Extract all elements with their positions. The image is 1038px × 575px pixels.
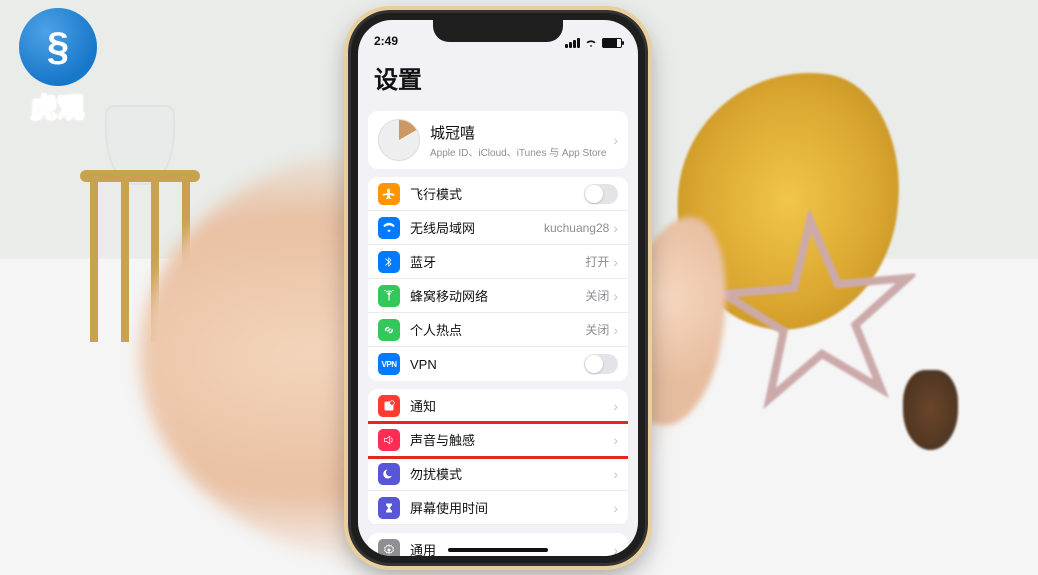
apple-id-name: 城冠嘻	[430, 122, 613, 143]
row-label: 声音与触感	[410, 430, 613, 449]
row-label: 勿扰模式	[410, 464, 613, 483]
row-label: VPN	[410, 357, 584, 372]
row-value: 关闭	[585, 287, 609, 304]
gear-icon	[378, 539, 400, 557]
row-label: 个人热点	[410, 320, 585, 339]
row-label: 蓝牙	[410, 252, 585, 271]
notification-icon	[378, 395, 400, 417]
row-label: 蜂窝移动网络	[410, 286, 585, 305]
speaker-icon	[378, 429, 400, 451]
row-airplane[interactable]: 飞行模式	[368, 177, 628, 211]
battery-icon	[602, 38, 622, 48]
row-label: 无线局域网	[410, 218, 544, 237]
logo-text: 虎观	[14, 88, 102, 125]
row-notifications[interactable]: 通知›	[368, 389, 628, 423]
row-screentime[interactable]: 屏幕使用时间›	[368, 491, 628, 525]
row-general[interactable]: 通用›	[368, 533, 628, 556]
row-cellular[interactable]: 蜂窝移动网络关闭›	[368, 279, 628, 313]
bluetooth-icon	[378, 251, 400, 273]
status-time: 2:49	[374, 34, 398, 48]
chevron-right-icon: ›	[613, 132, 618, 148]
chevron-right-icon: ›	[613, 500, 618, 516]
chevron-right-icon: ›	[613, 220, 618, 236]
vpn-icon: VPN	[378, 353, 400, 375]
row-label: 通知	[410, 396, 613, 415]
row-vpn[interactable]: VPN VPN	[368, 347, 628, 381]
chevron-right-icon: ›	[613, 254, 618, 270]
chevron-right-icon: ›	[613, 542, 618, 557]
chevron-right-icon: ›	[613, 288, 618, 304]
toggle-vpn[interactable]	[584, 354, 618, 374]
chevron-right-icon: ›	[613, 398, 618, 414]
hourglass-icon	[378, 497, 400, 519]
star-prop	[710, 202, 927, 419]
row-value: 关闭	[585, 321, 609, 338]
toggle-airplane[interactable]	[584, 184, 618, 204]
row-dnd[interactable]: 勿扰模式›	[368, 457, 628, 491]
moon-icon	[378, 463, 400, 485]
pinecone-prop	[903, 370, 958, 450]
airplane-icon	[378, 183, 400, 205]
settings-list[interactable]: 城冠嘻 Apple ID、iCloud、iTunes 与 App Store ›…	[358, 103, 638, 556]
antenna-icon	[378, 285, 400, 307]
row-sounds[interactable]: 声音与触感›	[368, 423, 628, 457]
row-hotspot[interactable]: 个人热点关闭›	[368, 313, 628, 347]
link-icon	[378, 319, 400, 341]
apple-id-subtitle: Apple ID、iCloud、iTunes 与 App Store	[430, 144, 613, 159]
row-apple-id[interactable]: 城冠嘻 Apple ID、iCloud、iTunes 与 App Store ›	[368, 111, 628, 169]
wifi-status-icon	[584, 38, 598, 48]
row-bluetooth[interactable]: 蓝牙打开›	[368, 245, 628, 279]
watermark-logo: § 虎观	[14, 8, 102, 125]
cellular-signal-icon	[565, 38, 580, 48]
logo-circle: §	[19, 8, 97, 86]
chevron-right-icon: ›	[613, 466, 618, 482]
avatar	[378, 119, 420, 161]
row-value: 打开	[585, 253, 609, 270]
row-wifi[interactable]: 无线局域网kuchuang28 ›	[368, 211, 628, 245]
settings-title: 设置	[358, 50, 638, 103]
row-label: 屏幕使用时间	[410, 498, 613, 517]
iphone-device: 2:49 设置 城冠嘻 Apple ID、iCloud、iTunes 与 App…	[348, 10, 648, 566]
row-label: 飞行模式	[410, 184, 584, 203]
row-value: kuchuang28	[544, 221, 609, 235]
home-indicator	[448, 548, 548, 552]
wifi-icon	[378, 217, 400, 239]
chevron-right-icon: ›	[613, 322, 618, 338]
chevron-right-icon: ›	[613, 432, 618, 448]
notch	[433, 20, 563, 42]
